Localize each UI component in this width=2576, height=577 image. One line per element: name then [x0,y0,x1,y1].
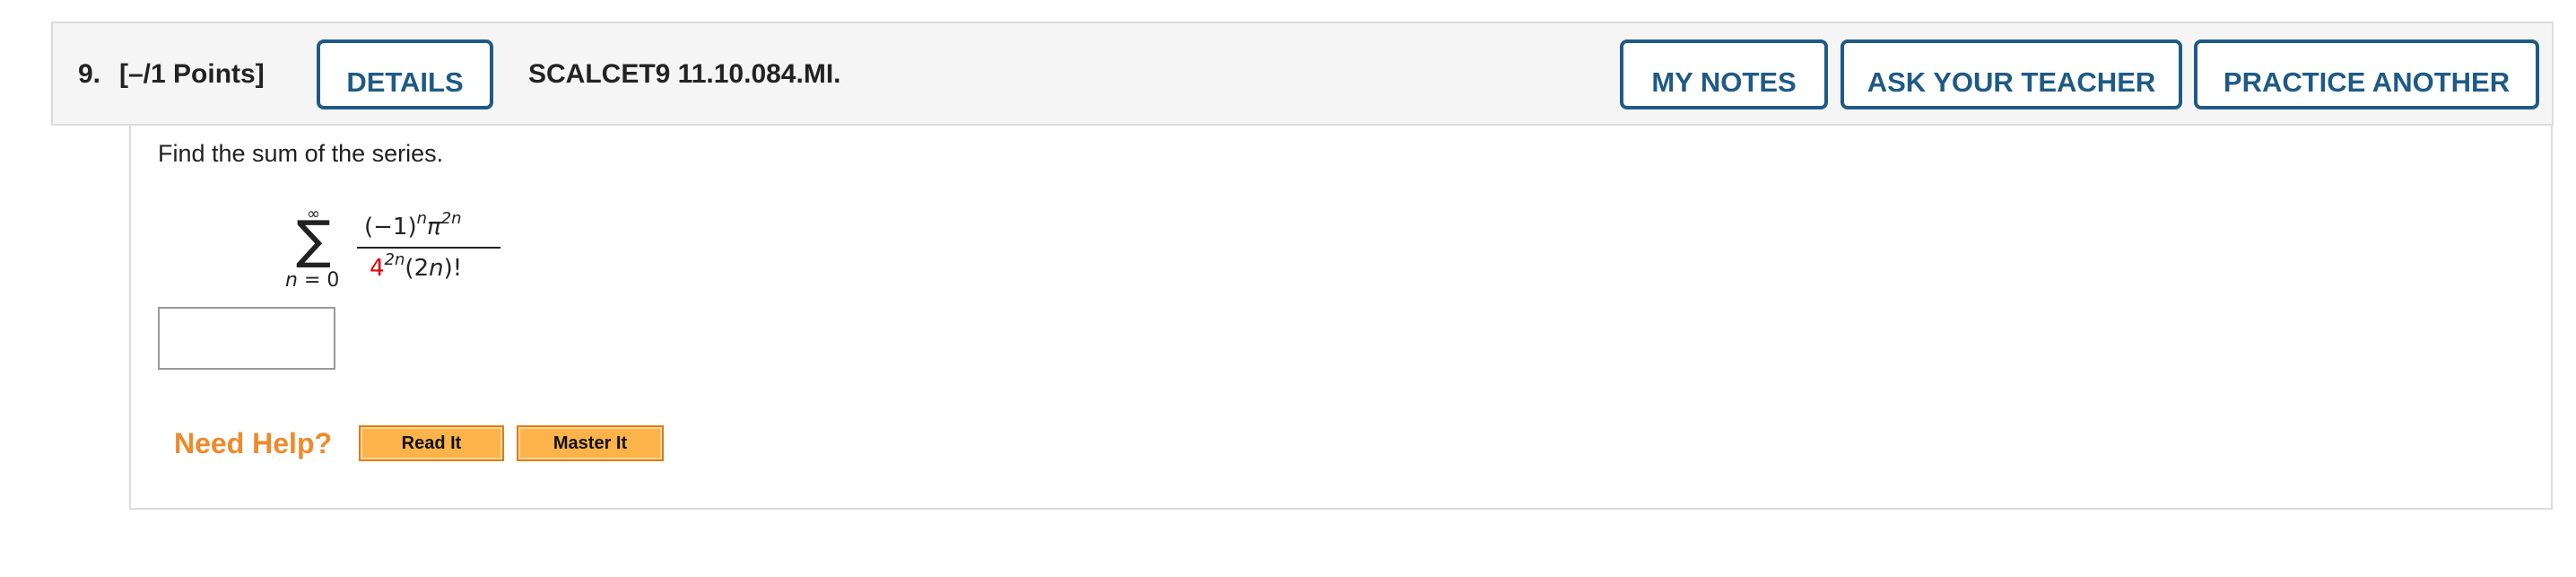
series-denominator: 42n(2n)! [370,252,463,283]
series-numerator: (−1)nπ2n [364,211,462,241]
summation-symbol: ∑ [296,209,332,270]
fraction-bar [357,247,500,249]
series-expression: ∞ ∑ n = 0 (−1)nπ2n 42n(2n)! [285,205,509,303]
sum-lower-limit: n = 0 [285,269,339,292]
denominator-factorial-open: (2 [405,255,430,282]
need-help-label: Need Help? [174,427,333,459]
numerator-pi: π [427,214,441,240]
numerator-exponent-1: n [416,209,428,228]
numerator-exponent-2: 2n [440,209,462,228]
answer-input[interactable] [158,307,335,370]
my-notes-button[interactable]: MY NOTES [1620,39,1828,109]
read-it-button[interactable]: Read It [359,425,504,461]
numerator-base: (−1) [364,214,417,240]
practice-another-button[interactable]: PRACTICE ANOTHER [2194,39,2539,109]
sum-lower-variable: n [285,269,298,292]
master-it-button[interactable]: Master It [517,425,664,461]
question-code: SCALCET9 11.10.084.MI. [528,59,841,89]
question-header: 9. [–/1 Points] DETAILS SCALCET9 11.10.0… [51,22,2554,126]
sum-lower-equals: = 0 [297,269,340,292]
page: 9. [–/1 Points] DETAILS SCALCET9 11.10.0… [0,0,2576,577]
denominator-factorial-close: )! [443,255,463,282]
question-body: Find the sum of the series. ∞ ∑ n = 0 (−… [129,126,2553,510]
ask-your-teacher-button[interactable]: ASK YOUR TEACHER [1841,39,2182,109]
details-button[interactable]: DETAILS [317,39,493,109]
denominator-base: 4 [370,255,385,282]
question-prompt: Find the sum of the series. [158,140,444,167]
question-points: [–/1 Points] [119,59,265,89]
denominator-factorial-var: n [429,255,444,282]
denominator-exponent: 2n [384,250,405,269]
question-number: 9. [78,59,101,89]
